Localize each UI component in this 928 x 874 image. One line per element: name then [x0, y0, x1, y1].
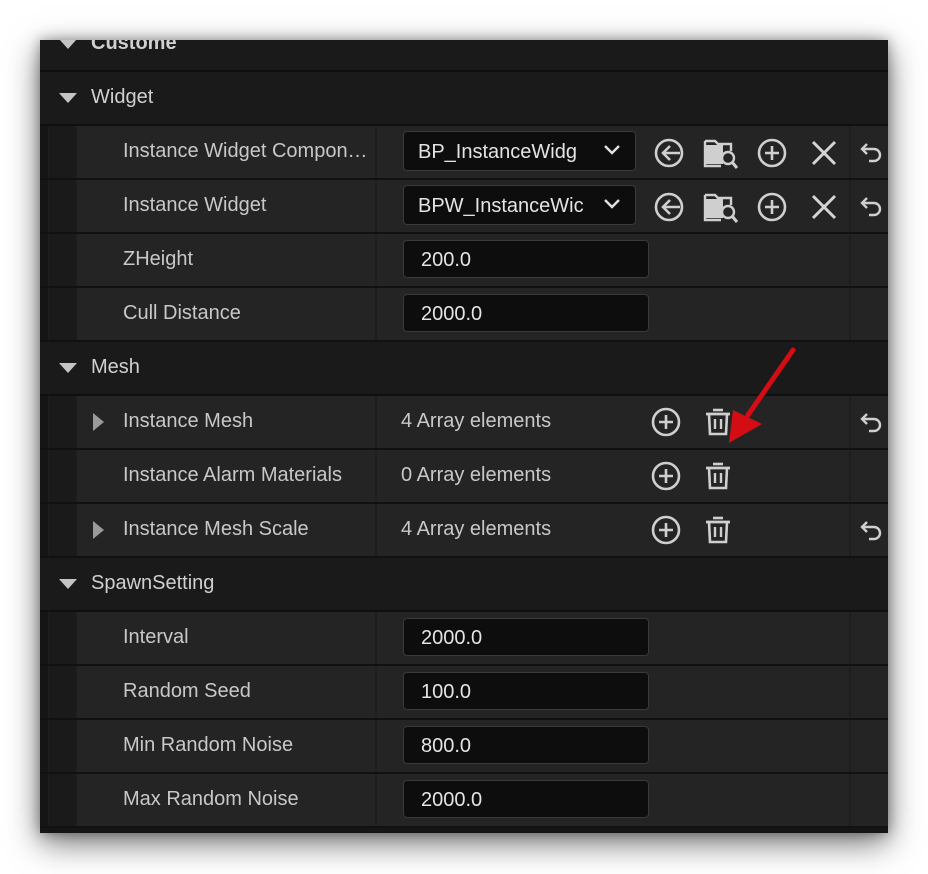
- category-custome[interactable]: Custome: [40, 40, 888, 72]
- property-row-zheight: ZHeight 200.0: [40, 234, 888, 288]
- number-input[interactable]: 800.0: [403, 726, 649, 764]
- number-value: 200.0: [421, 249, 472, 271]
- reset-icon[interactable]: [859, 141, 883, 163]
- expand-triangle-icon[interactable]: [93, 521, 104, 539]
- category-title: Widget: [91, 86, 154, 108]
- property-row-max-random-noise: Max Random Noise 2000.0: [40, 774, 888, 828]
- category-widget[interactable]: Widget: [40, 72, 888, 126]
- property-row-random-seed: Random Seed 100.0: [40, 666, 888, 720]
- property-row-interval: Interval 2000.0: [40, 612, 888, 666]
- use-selected-icon[interactable]: [652, 190, 686, 224]
- reset-icon[interactable]: [859, 411, 883, 433]
- property-label: Instance Mesh: [123, 410, 254, 432]
- trash-icon[interactable]: [704, 406, 732, 438]
- number-value: 2000.0: [421, 627, 483, 649]
- details-panel: Custome Widget Instance Widget Compon… B…: [40, 40, 888, 833]
- use-selected-icon[interactable]: [652, 136, 686, 170]
- property-row-instance-alarm-materials: Instance Alarm Materials 0 Array element…: [40, 450, 888, 504]
- property-row-instance-mesh-scale: Instance Mesh Scale 4 Array elements: [40, 504, 888, 558]
- add-icon[interactable]: [756, 191, 788, 223]
- number-input[interactable]: 2000.0: [403, 294, 649, 332]
- property-label: Interval: [123, 626, 189, 648]
- asset-combo-value: BP_InstanceWidg: [418, 141, 577, 163]
- property-label: Instance Widget Compon…: [123, 140, 368, 162]
- add-icon[interactable]: [756, 137, 788, 169]
- asset-combo-box[interactable]: BP_InstanceWidg: [403, 131, 636, 171]
- number-input[interactable]: 2000.0: [403, 780, 649, 818]
- property-label: ZHeight: [123, 248, 194, 270]
- property-row-instance-mesh: Instance Mesh 4 Array elements: [40, 396, 888, 450]
- array-count: 0 Array elements: [401, 464, 552, 486]
- array-count: 4 Array elements: [401, 518, 552, 540]
- trash-icon[interactable]: [704, 460, 732, 492]
- number-value: 800.0: [421, 735, 472, 757]
- trash-icon[interactable]: [704, 514, 732, 546]
- number-input[interactable]: 2000.0: [403, 618, 649, 656]
- number-value: 2000.0: [421, 789, 483, 811]
- browse-folder-icon[interactable]: [703, 189, 739, 225]
- property-label: Min Random Noise: [123, 734, 294, 756]
- chevron-down-icon: [604, 199, 620, 209]
- expand-triangle-icon[interactable]: [93, 413, 104, 431]
- property-label: Cull Distance: [123, 302, 241, 324]
- property-label: Instance Mesh Scale: [123, 518, 309, 540]
- add-icon[interactable]: [650, 460, 682, 492]
- property-label: Instance Widget: [123, 194, 267, 216]
- property-label: Random Seed: [123, 680, 251, 702]
- asset-combo-value: BPW_InstanceWic: [418, 195, 584, 217]
- property-row-cull-distance: Cull Distance 2000.0: [40, 288, 888, 342]
- collapse-triangle-icon[interactable]: [59, 579, 77, 589]
- property-label: Instance Alarm Materials: [123, 464, 342, 486]
- collapse-triangle-icon[interactable]: [59, 93, 77, 103]
- property-row-instance-widget: Instance Widget BPW_InstanceWic: [40, 180, 888, 234]
- clear-icon[interactable]: [811, 194, 837, 220]
- collapse-triangle-icon[interactable]: [59, 40, 77, 49]
- number-input[interactable]: 200.0: [403, 240, 649, 278]
- add-icon[interactable]: [650, 406, 682, 438]
- number-input[interactable]: 100.0: [403, 672, 649, 710]
- collapse-triangle-icon[interactable]: [59, 363, 77, 373]
- category-title: Mesh: [91, 356, 140, 378]
- array-count: 4 Array elements: [401, 410, 552, 432]
- number-value: 2000.0: [421, 303, 483, 325]
- property-label: Max Random Noise: [123, 788, 299, 810]
- property-row-min-random-noise: Min Random Noise 800.0: [40, 720, 888, 774]
- browse-folder-icon[interactable]: [703, 135, 739, 171]
- category-title: Custome: [91, 40, 177, 54]
- add-icon[interactable]: [650, 514, 682, 546]
- number-value: 100.0: [421, 681, 472, 703]
- clear-icon[interactable]: [811, 140, 837, 166]
- category-title: SpawnSetting: [91, 572, 215, 594]
- category-spawn-setting[interactable]: SpawnSetting: [40, 558, 888, 612]
- asset-combo-box[interactable]: BPW_InstanceWic: [403, 185, 636, 225]
- property-row-instance-widget-component: Instance Widget Compon… BP_InstanceWidg: [40, 126, 888, 180]
- reset-icon[interactable]: [859, 519, 883, 541]
- chevron-down-icon: [604, 145, 620, 155]
- category-mesh[interactable]: Mesh: [40, 342, 888, 396]
- reset-icon[interactable]: [859, 195, 883, 217]
